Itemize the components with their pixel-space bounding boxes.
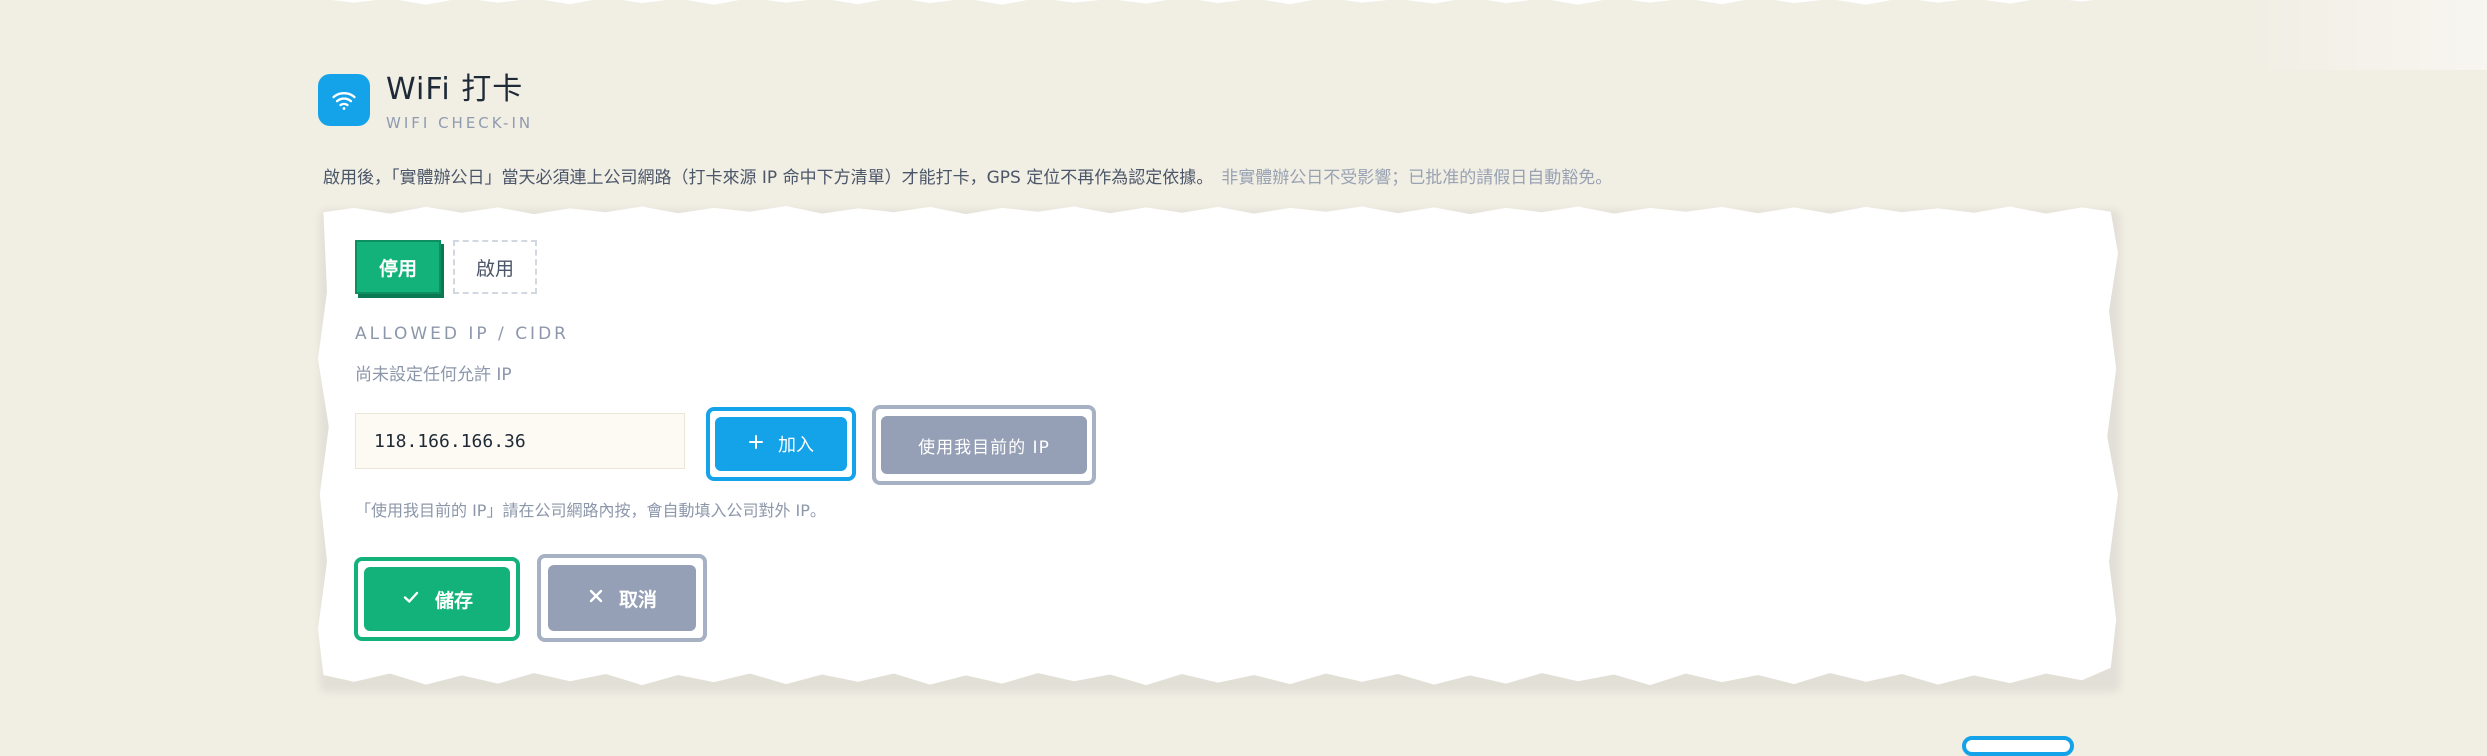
use-my-ip-hint: 「使用我目前的 IP」請在公司網路內按，會自動填入公司對外 IP。 (355, 501, 826, 520)
add-ip-label: 加入 (778, 435, 814, 456)
wifi-icon (318, 74, 370, 126)
section-description: 啟用後，「實體辦公日」當天必須連上公司網路（打卡來源 IP 命中下方清單）才能打… (323, 163, 1612, 188)
save-label: 儲存 (434, 589, 473, 612)
section-subtitle: WIFI CHECK-IN (386, 114, 534, 132)
section-header: WiFi 打卡 WIFI CHECK-IN (318, 72, 533, 132)
check-icon (401, 587, 421, 612)
next-section-button-edge (1962, 736, 2074, 756)
toggle-enable-button[interactable]: 啟用 (453, 240, 537, 294)
plus-icon (748, 434, 764, 455)
enable-toggle-group: 停用 啟用 (355, 240, 537, 294)
description-note: 非實體辦公日不受影響；已批准的請假日自動豁免。 (1221, 168, 1613, 188)
add-ip-button[interactable]: 加入 (706, 407, 856, 481)
use-my-ip-label: 使用我目前的 IP (881, 416, 1087, 474)
description-main: 啟用後，「實體辦公日」當天必須連上公司網路（打卡來源 IP 命中下方清單）才能打… (323, 168, 1214, 188)
previous-card-edge (318, 0, 2118, 5)
cancel-label: 取消 (618, 588, 657, 611)
allowed-ip-empty-text: 尚未設定任何允許 IP (355, 365, 512, 385)
close-icon (587, 587, 605, 610)
use-my-ip-button[interactable]: 使用我目前的 IP (872, 405, 1096, 485)
ip-input[interactable] (355, 413, 685, 469)
background-decoration (2247, 0, 2487, 70)
cancel-button[interactable]: 取消 (537, 554, 707, 642)
allowed-ip-label: ALLOWED IP / CIDR (355, 324, 569, 344)
section-title: WiFi 打卡 (386, 72, 524, 107)
save-button[interactable]: 儲存 (354, 557, 520, 641)
toggle-disable-button[interactable]: 停用 (355, 240, 441, 294)
